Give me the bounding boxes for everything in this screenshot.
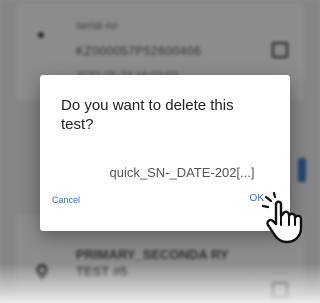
dialog-title: Do you want to delete this test? (61, 97, 234, 133)
hand-pointer-icon (262, 192, 303, 244)
bottom-fade (0, 263, 320, 303)
dialog-message: quick_SN-_DATE-202[...] (109, 165, 255, 180)
delete-test-dialog: Do you want to delete this test? quick_S… (40, 75, 290, 231)
cancel-button[interactable]: Cancel (46, 191, 86, 209)
